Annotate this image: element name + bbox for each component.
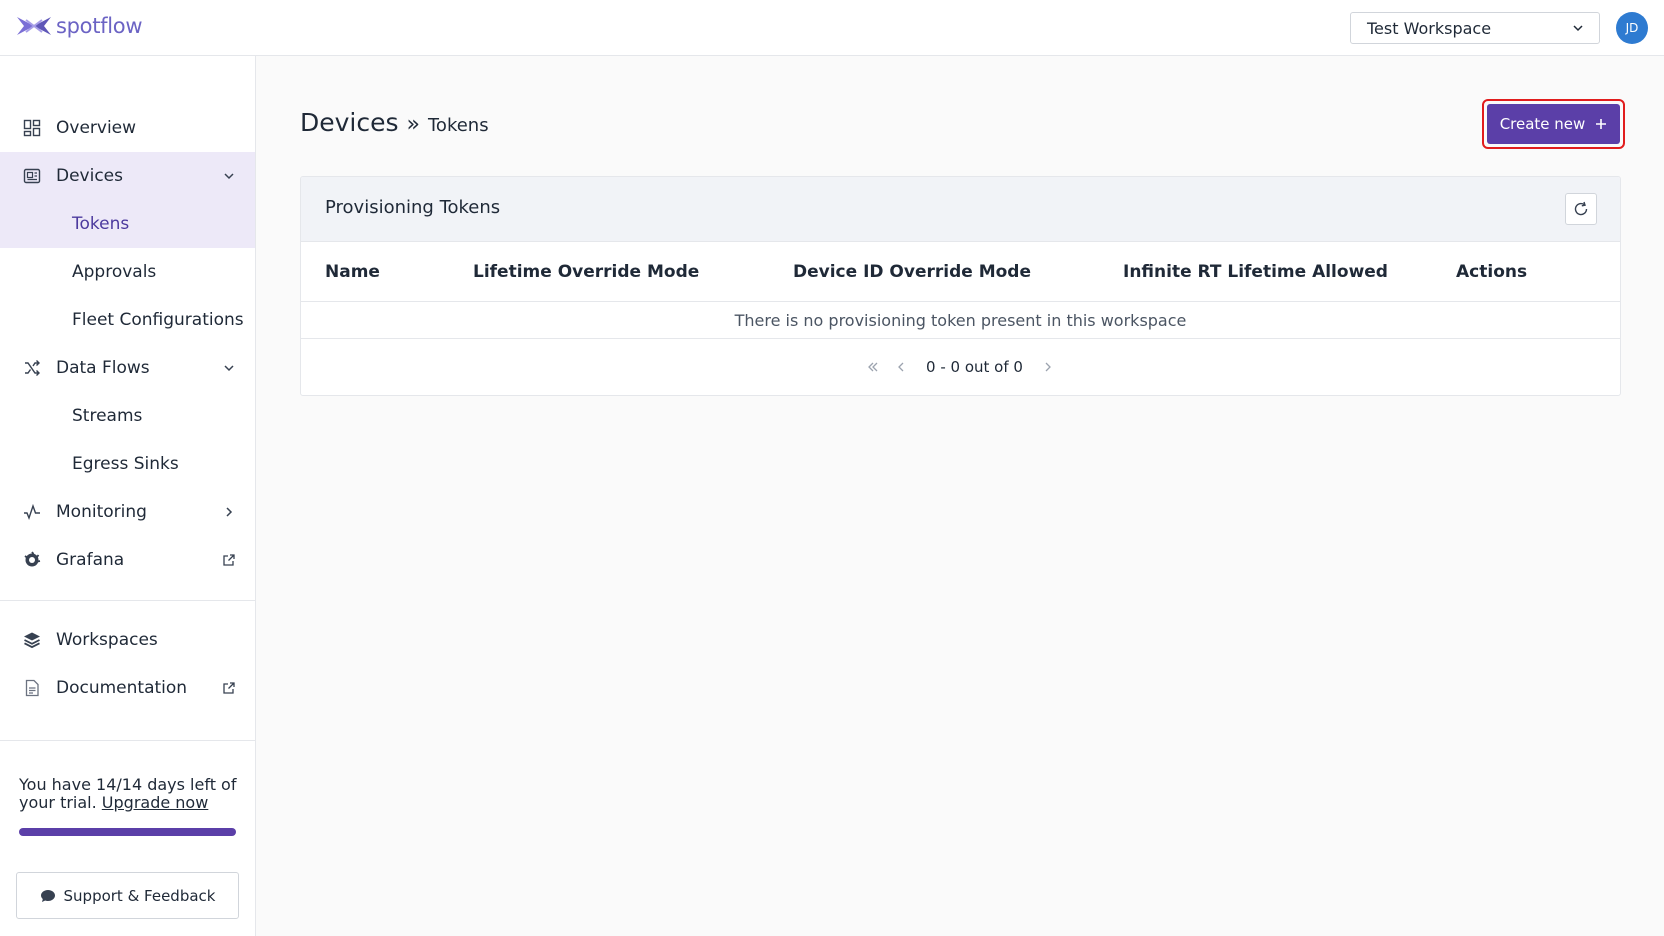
- card-title: Provisioning Tokens: [325, 197, 501, 218]
- sidebar-item-workspaces[interactable]: Workspaces: [0, 616, 255, 664]
- sidebar-item-label: Grafana: [56, 550, 125, 570]
- chevron-down-icon[interactable]: [219, 166, 239, 186]
- refresh-button[interactable]: [1565, 193, 1597, 225]
- chevron-down-icon[interactable]: [219, 358, 239, 378]
- layers-icon: [22, 630, 42, 650]
- next-page-icon[interactable]: [1039, 358, 1057, 376]
- column-header-name[interactable]: Name: [301, 242, 449, 302]
- sidebar-item-overview[interactable]: Overview: [0, 104, 255, 152]
- chat-bubble-icon: [40, 889, 55, 902]
- sidebar-item-tokens[interactable]: Tokens: [0, 200, 255, 248]
- sidebar-item-label: Data Flows: [56, 358, 150, 378]
- pulse-icon: [22, 502, 42, 522]
- sidebar-item-streams[interactable]: Streams: [0, 392, 255, 440]
- sidebar-item-approvals[interactable]: Approvals: [0, 248, 255, 296]
- document-icon: [22, 678, 42, 698]
- spotflow-logo[interactable]: spotflow: [16, 14, 143, 38]
- sidebar-item-monitoring[interactable]: Monitoring: [0, 488, 255, 536]
- column-header-actions: Actions: [1424, 242, 1620, 302]
- page-title: Tokens: [428, 115, 489, 136]
- column-header-lifetime-override-mode[interactable]: Lifetime Override Mode: [449, 242, 761, 302]
- sidebar-item-documentation[interactable]: Documentation: [0, 664, 255, 712]
- trial-progress-fill: [19, 828, 236, 836]
- sidebar-item-label: Fleet Configurations: [72, 310, 244, 330]
- support-feedback-button[interactable]: Support & Feedback: [16, 872, 239, 919]
- sidebar-item-label: Documentation: [56, 678, 188, 698]
- plus-icon: [1596, 119, 1607, 129]
- sidebar-item-egress-sinks[interactable]: Egress Sinks: [0, 440, 255, 488]
- sidebar-item-label: Approvals: [72, 262, 157, 282]
- pagination-range: 0 - 0 out of 0: [926, 358, 1023, 376]
- sidebar-item-devices[interactable]: Devices: [0, 152, 255, 200]
- create-new-button[interactable]: Create new: [1487, 104, 1620, 144]
- device-icon: [22, 166, 42, 186]
- brand-name: spotflow: [56, 14, 143, 38]
- sidebar-item-label: Workspaces: [56, 630, 158, 650]
- external-link-icon: [219, 550, 239, 570]
- create-new-label: Create new: [1499, 115, 1586, 133]
- chevron-right-icon[interactable]: [219, 502, 239, 522]
- empty-table-message: There is no provisioning token present i…: [301, 303, 1620, 339]
- spotflow-logo-icon: [17, 17, 51, 35]
- sidebar-item-label: Egress Sinks: [72, 454, 179, 474]
- sidebar-item-data-flows[interactable]: Data Flows: [0, 344, 255, 392]
- external-link-icon: [219, 678, 239, 698]
- sidebar-item-label: Devices: [56, 166, 123, 186]
- support-feedback-label: Support & Feedback: [63, 886, 216, 905]
- sidebar-item-fleet-configurations[interactable]: Fleet Configurations: [0, 296, 255, 344]
- provisioning-tokens-card: Provisioning Tokens Name Lifetime Overri…: [300, 176, 1621, 396]
- chevron-down-icon: [1573, 25, 1583, 32]
- workspace-selector-value: Test Workspace: [1367, 18, 1492, 38]
- breadcrumb-separator: »: [406, 112, 420, 137]
- card-header: Provisioning Tokens: [301, 177, 1620, 242]
- sidebar-item-label: Streams: [72, 406, 143, 426]
- column-header-device-id-override-mode[interactable]: Device ID Override Mode: [761, 242, 1091, 302]
- breadcrumb: Devices » Tokens: [300, 108, 489, 137]
- sidebar-item-label: Tokens: [72, 214, 130, 234]
- sidebar-divider: [0, 600, 255, 601]
- trial-progress-bar: [19, 828, 236, 836]
- grid-icon: [22, 118, 42, 138]
- refresh-icon: [1574, 201, 1588, 216]
- first-page-icon[interactable]: [864, 358, 882, 376]
- workspace-selector[interactable]: Test Workspace: [1350, 12, 1600, 44]
- user-avatar[interactable]: JD: [1616, 12, 1648, 44]
- column-header-infinite-rt-lifetime-allowed[interactable]: Infinite RT Lifetime Allowed: [1091, 242, 1424, 302]
- sidebar-divider: [0, 740, 255, 741]
- shuffle-icon: [22, 358, 42, 378]
- sidebar: Overview Devices Tokens Approvals Fleet …: [0, 56, 256, 936]
- trial-notice: You have 14/14 days left of your trial. …: [19, 776, 239, 812]
- sidebar-item-label: Monitoring: [56, 502, 147, 522]
- breadcrumb-devices[interactable]: Devices: [300, 108, 399, 137]
- sidebar-item-grafana[interactable]: Grafana: [0, 536, 255, 584]
- pagination: 0 - 0 out of 0: [301, 339, 1620, 395]
- sidebar-item-label: Overview: [56, 118, 137, 138]
- grafana-icon: [22, 550, 42, 570]
- upgrade-link[interactable]: Upgrade now: [102, 793, 209, 812]
- top-bar: spotflow Test Workspace JD: [0, 0, 1664, 56]
- previous-page-icon[interactable]: [892, 358, 910, 376]
